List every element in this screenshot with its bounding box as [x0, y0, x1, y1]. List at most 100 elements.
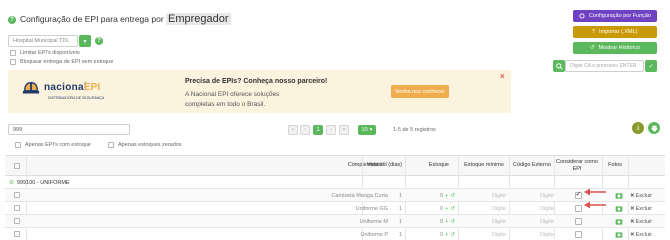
print-button[interactable]: [648, 122, 660, 134]
row-vida-util[interactable]: 1: [367, 228, 402, 240]
row-fotos[interactable]: [610, 215, 628, 228]
page-1-button[interactable]: 1: [313, 125, 323, 135]
col-vida-util[interactable]: Vida útil (dias): [328, 155, 402, 176]
delete-button[interactable]: ✕ Excluir: [630, 232, 652, 238]
row-vida-util[interactable]: 1: [367, 189, 402, 202]
show-history-button[interactable]: ↺ Mostrar Histórico: [573, 42, 657, 54]
add-stock-icon[interactable]: +: [445, 193, 448, 199]
col-codigo-externo[interactable]: Código Externo: [510, 155, 554, 176]
row-excluir[interactable]: ✕ Excluir: [630, 189, 652, 202]
help-icon[interactable]: ?: [8, 16, 16, 24]
add-stock-icon[interactable]: +: [445, 219, 448, 225]
unit-help-icon[interactable]: ?: [95, 37, 103, 45]
banner-cta-button[interactable]: Venha nos conhecer: [391, 85, 449, 98]
stock-history-icon[interactable]: ↺: [450, 219, 455, 225]
row-codigo-externo[interactable]: Digite: [514, 202, 554, 215]
page-prev-button[interactable]: ‹: [300, 125, 310, 135]
row-codigo-externo[interactable]: Digite: [514, 215, 554, 228]
photo-icon[interactable]: [615, 192, 623, 199]
add-stock-icon[interactable]: +: [445, 232, 448, 238]
only-in-stock-option[interactable]: Apenas EPI's com estoque: [15, 142, 91, 148]
delete-label: Excluir: [635, 205, 653, 212]
per-page-select[interactable]: 10 ▾: [358, 125, 376, 135]
row-codigo-externo[interactable]: Digite: [514, 189, 554, 202]
row-codigo-externo[interactable]: Digite: [514, 228, 554, 240]
unit-select[interactable]: Hospital Municipal TDL: [8, 35, 78, 47]
delete-button[interactable]: ✕ Excluir: [630, 193, 652, 199]
close-icon: ✕: [630, 192, 635, 199]
row-considerar[interactable]: ✓: [572, 189, 584, 202]
row-select-checkbox[interactable]: [14, 205, 20, 211]
row-estoque-minimo[interactable]: Digite: [463, 215, 506, 228]
col-estoque-minimo[interactable]: Estoque mínimo: [458, 155, 510, 176]
row-excluir[interactable]: ✕ Excluir: [630, 215, 652, 228]
nacional-epi-logo[interactable]: nacional EPI DISTRIBUIDORA DE SEGURANÇA: [22, 80, 132, 104]
only-zero-stock-checkbox[interactable]: [108, 142, 114, 148]
table-row[interactable]: Uniforme M 1 0 + ↺ Digite Digite ✕ Excluir: [5, 215, 665, 228]
photo-icon[interactable]: [615, 218, 623, 225]
row-estoque: 0 + ↺: [410, 189, 455, 202]
block-delivery-option[interactable]: Bloquear entrega de EPI sem estoque: [10, 59, 113, 65]
history-icon: ↺: [589, 45, 595, 51]
row-excluir[interactable]: ✕ Excluir: [630, 228, 652, 240]
col-fotos[interactable]: Fotos: [602, 155, 628, 176]
download-button[interactable]: ⤓: [632, 122, 644, 134]
row-estoque-minimo[interactable]: Digite: [463, 189, 506, 202]
only-zero-stock-option[interactable]: Apenas estoques zerados: [108, 142, 182, 148]
row-estoque-minimo[interactable]: Digite: [463, 202, 506, 215]
collapse-group-icon[interactable]: ⊖: [9, 176, 14, 189]
row-considerar[interactable]: [572, 228, 584, 240]
considerar-checkbox[interactable]: [574, 205, 582, 212]
stock-history-icon[interactable]: ↺: [450, 193, 455, 199]
row-vida-util[interactable]: 1: [367, 202, 402, 215]
page-next-button[interactable]: ›: [326, 125, 336, 135]
import-xml-button[interactable]: ⤒ Importar (.XML): [573, 26, 657, 38]
group-label: 999100 - UNIFORME: [17, 179, 70, 186]
group-row[interactable]: ⊖ 999100 - UNIFORME: [5, 176, 665, 189]
table-search-input[interactable]: 999: [8, 124, 130, 135]
ca-search-input[interactable]: Digite CA e pressione ENTER: [565, 60, 644, 72]
table-row[interactable]: Uniforme GG 1 0 + ↺ Digite Digite ✕ Excluir: [5, 202, 665, 215]
row-select-checkbox[interactable]: [14, 192, 20, 198]
row-select-checkbox[interactable]: [14, 218, 20, 224]
col-estoque[interactable]: Estoque: [405, 155, 453, 176]
table-row[interactable]: Uniforme P 1 0 + ↺ Digite Digite ✕ Excluir: [5, 228, 665, 240]
stock-history-icon[interactable]: ↺: [450, 232, 455, 238]
unit-dropdown-button[interactable]: ▾: [79, 35, 91, 47]
table-row[interactable]: Camiseta Manga Curta 1 0 + ↺ Digite Digite ✓ ✕ Ex…: [5, 189, 665, 202]
row-excluir[interactable]: ✕ Excluir: [630, 202, 652, 215]
row-fotos[interactable]: [610, 228, 628, 240]
ca-confirm-button[interactable]: ✓: [645, 60, 657, 72]
row-fotos[interactable]: [610, 202, 628, 215]
page-last-button[interactable]: »: [339, 125, 349, 135]
limit-epi-checkbox[interactable]: [10, 50, 16, 56]
row-vida-util[interactable]: 1: [367, 215, 402, 228]
only-in-stock-checkbox[interactable]: [15, 142, 21, 148]
row-estoque: 0 + ↺: [410, 202, 455, 215]
col-considerar[interactable]: Considerar como EPI: [554, 155, 600, 176]
block-delivery-checkbox[interactable]: [10, 59, 16, 65]
row-considerar[interactable]: [572, 215, 584, 228]
photo-icon[interactable]: [615, 205, 623, 212]
row-select-checkbox[interactable]: [14, 231, 20, 237]
row-considerar[interactable]: [572, 202, 584, 215]
config-by-function-button[interactable]: Configuração por Função: [573, 10, 657, 22]
logo-subtitle: DISTRIBUIDORA DE SEGURANÇA: [48, 96, 105, 100]
select-all-checkbox[interactable]: [14, 163, 20, 169]
delete-button[interactable]: ✕ Excluir: [630, 206, 652, 212]
row-fotos[interactable]: [610, 189, 628, 202]
page-first-button[interactable]: «: [288, 125, 298, 135]
limit-epi-option[interactable]: Limitar EPI's disponíveis: [10, 50, 80, 56]
chevron-down-icon: ▾: [369, 127, 373, 133]
considerar-checkbox[interactable]: ✓: [574, 191, 582, 199]
photo-icon[interactable]: [615, 231, 623, 238]
ca-search-icon-button[interactable]: [553, 60, 565, 72]
stock-history-icon[interactable]: ↺: [450, 206, 455, 212]
add-stock-icon[interactable]: +: [445, 206, 448, 212]
delete-button[interactable]: ✕ Excluir: [630, 219, 652, 225]
considerar-checkbox[interactable]: [574, 231, 582, 238]
block-delivery-label: Bloquear entrega de EPI sem estoque: [20, 59, 114, 65]
row-estoque-minimo[interactable]: Digite: [463, 228, 506, 240]
considerar-checkbox[interactable]: [574, 218, 582, 225]
banner-close-icon[interactable]: ×: [500, 72, 505, 81]
